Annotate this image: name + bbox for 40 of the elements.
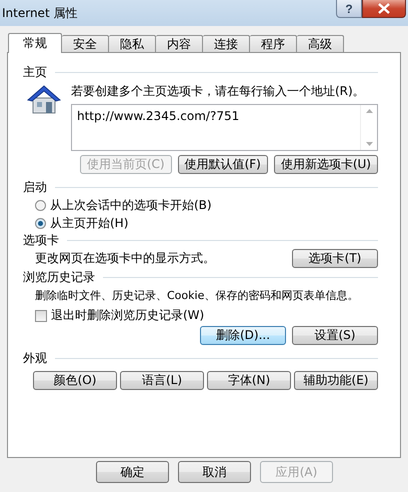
appearance-button[interactable]: 语言(L) [120, 371, 204, 390]
appearance-button[interactable]: 辅助功能(E) [294, 371, 378, 390]
scroll-up-icon[interactable] [366, 109, 372, 113]
option-label: 从上次会话中的选项卡开始(B) [50, 197, 212, 214]
tab[interactable]: 安全 [62, 35, 109, 52]
radio-button[interactable] [35, 218, 46, 229]
close-button[interactable] [362, 0, 406, 18]
section-label: 主页 [23, 64, 47, 80]
tab[interactable]: 高级 [297, 35, 344, 52]
tab[interactable]: 隐私 [109, 35, 156, 52]
close-icon [377, 3, 391, 14]
scroll-down-icon[interactable] [366, 142, 372, 146]
homepage-button[interactable]: 使用新选项卡(U) [274, 155, 378, 174]
section-label: 外观 [23, 350, 47, 366]
tab[interactable]: 内容 [156, 35, 203, 52]
house-icon [27, 83, 61, 115]
address-field[interactable]: http://www.2345.com/?751 [71, 104, 378, 151]
help-button[interactable]: ? [336, 0, 362, 18]
checkbox[interactable] [35, 310, 47, 322]
dialog-button[interactable]: 确定 [96, 461, 169, 483]
window-title: Internet 属性 [1, 4, 78, 22]
appearance-button[interactable]: 字体(N) [207, 371, 291, 390]
appearance-button[interactable]: 颜色(O) [33, 371, 117, 390]
instruction-text: 若要创建多个主页选项卡，请在每行输入一个地址(R)。 [71, 83, 366, 100]
tabs-button[interactable]: 选项卡(T) [292, 249, 378, 268]
tab[interactable]: 连接 [203, 35, 250, 52]
history-button[interactable]: 设置(S) [292, 326, 378, 345]
radio-button[interactable] [35, 200, 46, 211]
dialog-button[interactable]: 取消 [178, 461, 251, 483]
tab[interactable]: 程序 [250, 35, 297, 52]
homepage-button[interactable]: 使用默认值(F) [178, 155, 268, 174]
description-text: 删除临时文件、历史记录、Cookie、保存的密码和网页表单信息。 [35, 289, 358, 302]
option-label: 从主页开始(H) [50, 215, 128, 232]
description-text: 更改网页在选项卡中的显示方式。 [35, 250, 215, 267]
section-label: 选项卡 [23, 232, 59, 248]
history-button[interactable]: 删除(D)... [200, 326, 286, 345]
tab[interactable]: 常规 [8, 33, 62, 53]
section-label: 启动 [23, 178, 47, 196]
checkbox-label: 退出时删除浏览历史记录(W) [51, 307, 204, 324]
section-label: 浏览历史记录 [23, 268, 95, 286]
